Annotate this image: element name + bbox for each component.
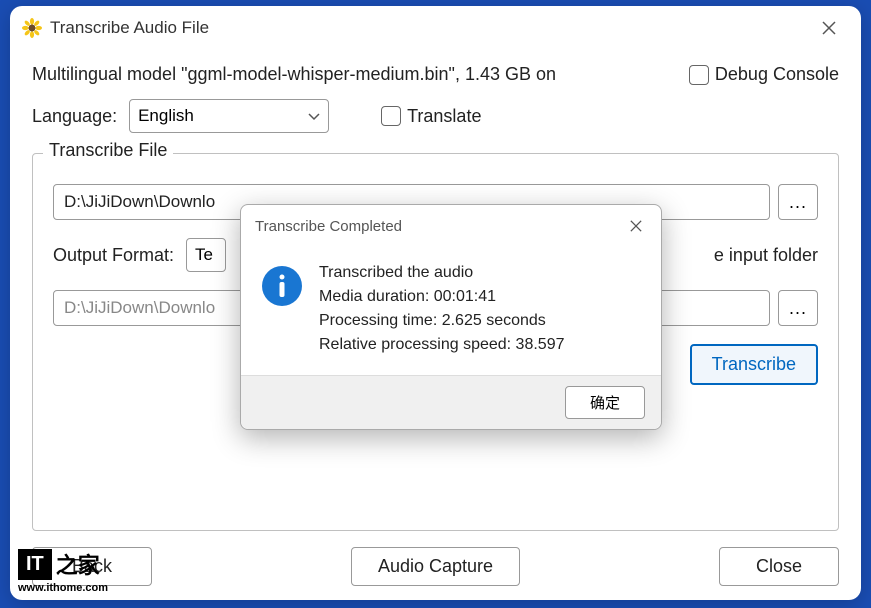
dialog-line3: Processing time: 2.625 seconds (319, 309, 565, 333)
output-format-select[interactable]: Te (186, 238, 226, 272)
back-button[interactable]: Back (32, 547, 152, 586)
place-in-folder-text: e input folder (714, 245, 818, 266)
dialog-titlebar: Transcribe Completed (241, 205, 661, 245)
dialog-title: Transcribe Completed (255, 218, 621, 235)
browse-output-button[interactable]: ... (778, 290, 818, 326)
titlebar: Transcribe Audio File (10, 6, 861, 50)
transcribe-completed-dialog: Transcribe Completed Transcribed the aud… (240, 204, 662, 430)
dialog-ok-button[interactable]: 确定 (565, 386, 645, 419)
debug-console-checkbox-wrap[interactable]: Debug Console (689, 64, 839, 85)
translate-checkbox[interactable] (381, 106, 401, 126)
dialog-line4: Relative processing speed: 38.597 (319, 333, 565, 357)
transcribe-button[interactable]: Transcribe (690, 344, 818, 385)
sunflower-icon (22, 18, 42, 38)
translate-checkbox-wrap[interactable]: Translate (381, 106, 481, 127)
language-select[interactable]: English (129, 99, 329, 133)
model-info-text: Multilingual model "ggml-model-whisper-m… (32, 64, 677, 85)
debug-console-checkbox[interactable] (689, 65, 709, 85)
window-title: Transcribe Audio File (50, 18, 813, 38)
info-icon (261, 265, 303, 307)
dialog-line1: Transcribed the audio (319, 261, 565, 285)
close-icon[interactable] (813, 12, 845, 44)
dialog-message: Transcribed the audio Media duration: 00… (319, 261, 565, 357)
debug-console-label: Debug Console (715, 64, 839, 85)
browse-input-button[interactable]: ... (778, 184, 818, 220)
language-label: Language: (32, 106, 117, 127)
translate-label: Translate (407, 106, 481, 127)
output-format-value: Te (195, 245, 213, 265)
chevron-down-icon (308, 106, 320, 126)
audio-capture-button[interactable]: Audio Capture (351, 547, 520, 586)
dialog-close-icon[interactable] (621, 211, 651, 241)
fieldset-legend: Transcribe File (43, 140, 173, 161)
dialog-line2: Media duration: 00:01:41 (319, 285, 565, 309)
language-value: English (138, 106, 194, 126)
close-button[interactable]: Close (719, 547, 839, 586)
output-format-label: Output Format: (53, 245, 174, 266)
